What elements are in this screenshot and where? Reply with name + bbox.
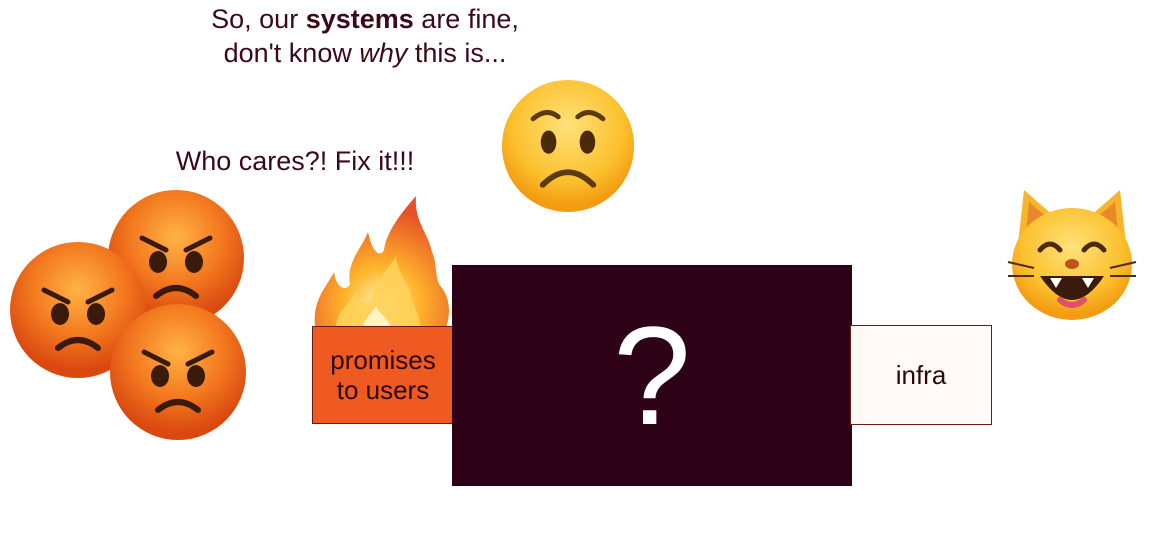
infra-box: infra <box>850 325 992 425</box>
promises-line-1: promises <box>330 345 436 375</box>
infra-speech-line-1: So, our systems are fine, <box>211 4 519 34</box>
promises-to-users-box: promises to users <box>312 326 454 424</box>
infra-team-speech: So, our systems are fine, don't know why… <box>150 2 580 70</box>
worried-face-icon <box>498 78 638 214</box>
infra-speech-line-2: don't know why this is... <box>223 38 507 68</box>
angry-face-icon <box>108 302 248 442</box>
unknown-layer-box: ? <box>452 265 852 486</box>
infra-label: infra <box>895 359 947 390</box>
grinning-cat-icon <box>1004 184 1140 324</box>
fire-icon <box>306 192 454 332</box>
promises-line-2: to users <box>336 375 430 405</box>
users-speech: Who cares?! Fix it!!! <box>175 146 415 176</box>
question-mark-label: ? <box>613 296 691 454</box>
